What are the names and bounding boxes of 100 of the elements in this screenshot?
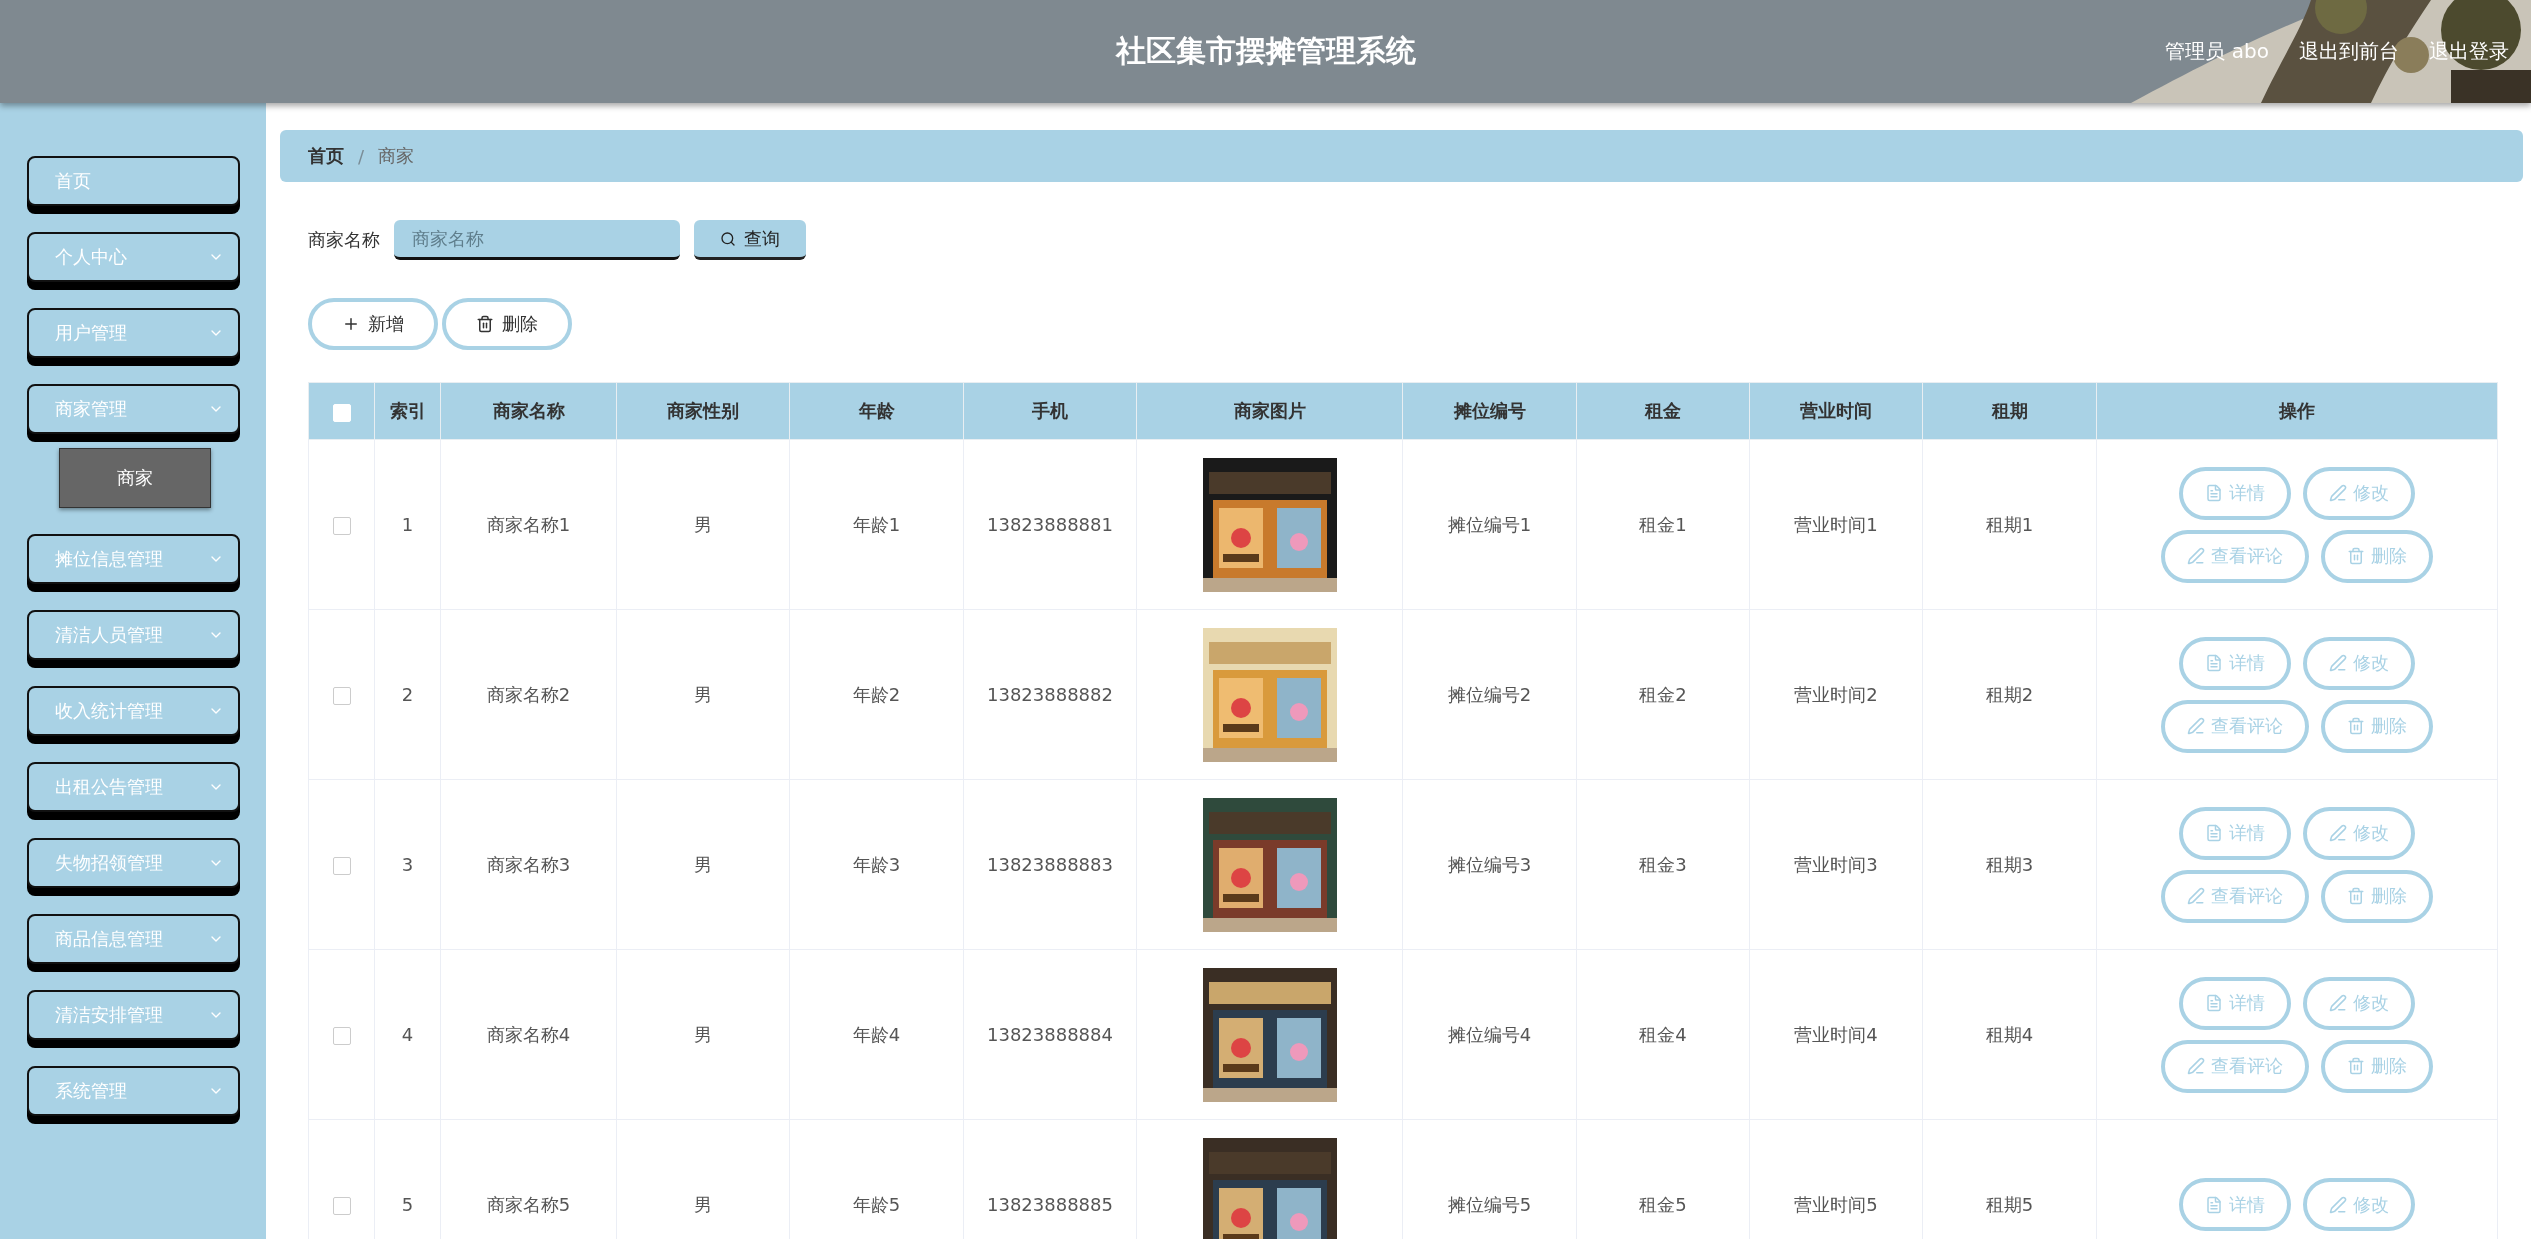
document-icon: [2205, 654, 2223, 672]
document-icon: [2205, 824, 2223, 842]
column-header: 年龄: [789, 382, 964, 440]
search-button[interactable]: 查询: [694, 220, 806, 260]
trash-icon: [476, 315, 494, 333]
document-icon: [2205, 994, 2223, 1012]
table-cell: 男: [616, 949, 790, 1120]
add-button[interactable]: 新增: [308, 298, 438, 350]
breadcrumb-separator: /: [358, 145, 365, 167]
breadcrumb-link[interactable]: 商家: [378, 144, 415, 168]
table-cell: 年龄1: [789, 439, 964, 610]
table-cell: 13823888881: [963, 439, 1137, 610]
column-header: 租金: [1576, 382, 1750, 440]
trash-icon: [2347, 547, 2365, 565]
row-action-button[interactable]: 删除: [2321, 529, 2433, 583]
row-action-button[interactable]: 详情: [2179, 976, 2291, 1030]
column-header: 操作: [2096, 382, 2498, 440]
column-header: 索引: [374, 382, 441, 440]
row-action-button[interactable]: 详情: [2179, 466, 2291, 520]
trash-icon: [2347, 1057, 2365, 1075]
table-cell: 年龄4: [789, 949, 964, 1120]
breadcrumb-link[interactable]: 首页: [308, 144, 344, 168]
document-icon: [2205, 1195, 2223, 1214]
table-cell: 租金3: [1576, 779, 1750, 950]
table-cell: 营业时间3: [1749, 779, 1923, 950]
table-cell: 租期3: [1922, 779, 2097, 950]
table-cell: 年龄2: [789, 609, 964, 780]
table-cell: 2: [374, 609, 441, 780]
row-action-button[interactable]: 详情: [2179, 1178, 2291, 1231]
row-action-button[interactable]: 查看评论: [2161, 869, 2309, 923]
column-header: 摊位编号: [1402, 382, 1577, 440]
row-checkbox[interactable]: [332, 857, 351, 875]
row-action-button[interactable]: 查看评论: [2161, 699, 2309, 753]
row-action-button[interactable]: 详情: [2179, 806, 2291, 860]
row-action-button[interactable]: 删除: [2321, 1039, 2433, 1093]
pencil-icon: [2329, 1195, 2347, 1214]
table-cell: 13823888884: [963, 949, 1137, 1120]
table-cell: 摊位编号4: [1402, 949, 1577, 1120]
table-cell: 男: [616, 439, 790, 610]
row-action-button[interactable]: 详情: [2179, 636, 2291, 690]
pencil-icon: [2187, 887, 2205, 905]
table-cell: 租期1: [1922, 439, 2097, 610]
row-action-button[interactable]: 修改: [2303, 636, 2415, 690]
table-cell: 营业时间1: [1749, 439, 1923, 610]
table-cell: 租金4: [1576, 949, 1750, 1120]
search-field[interactable]: 商家名称: [394, 220, 680, 260]
table-cell: 商家名称1: [440, 439, 617, 610]
table-cell: 4: [374, 949, 441, 1120]
document-icon: [2205, 484, 2223, 502]
row-checkbox[interactable]: [332, 1197, 351, 1215]
table-cell: 13823888882: [963, 609, 1137, 780]
row-action-button[interactable]: 查看评论: [2161, 1039, 2309, 1093]
row-action-button[interactable]: 查看评论: [2161, 529, 2309, 583]
row-checkbox[interactable]: [332, 517, 351, 535]
pencil-icon: [2187, 1057, 2205, 1075]
pencil-icon: [2329, 484, 2347, 502]
app-title: 社区集市摆摊管理系统: [1115, 32, 1416, 70]
row-action-button[interactable]: 修改: [2303, 976, 2415, 1030]
table-cell: 租金1: [1576, 439, 1750, 610]
table-cell: 摊位编号2: [1402, 609, 1577, 780]
row-action-button[interactable]: 删除: [2321, 699, 2433, 753]
table-cell: 13823888883: [963, 779, 1137, 950]
table-cell: 租期4: [1922, 949, 2097, 1120]
search-icon: [720, 230, 736, 247]
row-action-button[interactable]: 修改: [2303, 466, 2415, 520]
trash-icon: [2347, 717, 2365, 735]
select-all-checkbox[interactable]: [332, 403, 351, 422]
pencil-icon: [2187, 717, 2205, 735]
plus-icon: [342, 315, 360, 333]
header-link[interactable]: 管理员 abo: [2165, 38, 2269, 65]
pencil-icon: [2329, 824, 2347, 842]
row-checkbox[interactable]: [332, 687, 351, 705]
column-header: 商家图片: [1136, 382, 1403, 440]
pencil-icon: [2187, 547, 2205, 565]
row-action-button[interactable]: 修改: [2303, 1178, 2415, 1231]
row-action-button[interactable]: 修改: [2303, 806, 2415, 860]
table-cell: 男: [616, 779, 790, 950]
row-action-button[interactable]: 删除: [2321, 869, 2433, 923]
table-cell: 3: [374, 779, 441, 950]
table-cell: 年龄3: [789, 779, 964, 950]
table-cell: 摊位编号1: [1402, 439, 1577, 610]
table-cell: 营业时间2: [1749, 609, 1923, 780]
column-header: 手机: [963, 382, 1137, 440]
column-header: 租期: [1922, 382, 2097, 440]
table-cell: 摊位编号3: [1402, 779, 1577, 950]
table-cell: 租金2: [1576, 609, 1750, 780]
table-cell: 租期2: [1922, 609, 2097, 780]
table-cell: 男: [616, 609, 790, 780]
delete-button[interactable]: 删除: [442, 298, 572, 350]
table-cell: 商家名称2: [440, 609, 617, 780]
pencil-icon: [2329, 994, 2347, 1012]
table-cell: 商家名称3: [440, 779, 617, 950]
column-header: 商家性别: [616, 382, 790, 440]
field-label: 商家名称: [308, 228, 380, 252]
table-cell: 营业时间4: [1749, 949, 1923, 1120]
submenu-item[interactable]: 商家: [59, 448, 211, 508]
header-link[interactable]: 退出登录: [2429, 38, 2509, 65]
row-checkbox[interactable]: [332, 1027, 351, 1045]
table-cell: 1: [374, 439, 441, 610]
header-link[interactable]: 退出到前台: [2299, 38, 2399, 65]
